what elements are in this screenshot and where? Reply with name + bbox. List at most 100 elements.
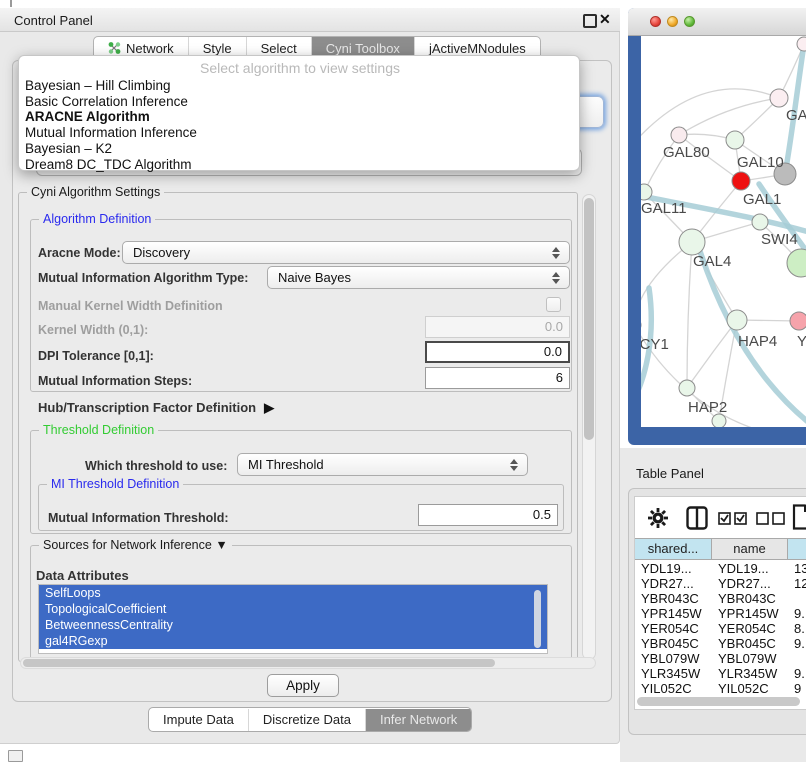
float-window-icon[interactable] (583, 14, 597, 28)
control-panel-title: Control Panel (14, 13, 93, 28)
table-cell: YER054C (712, 621, 788, 636)
bottom-tab-impute-data[interactable]: Impute Data (149, 709, 249, 731)
algorithm-option[interactable]: ARACNE Algorithm (25, 109, 575, 125)
threshold-definition-title: Threshold Definition (39, 423, 158, 437)
table-toolbar (634, 498, 806, 536)
table-cell: 8. (788, 621, 806, 636)
table-row[interactable]: YBR045CYBR045C9. (635, 636, 806, 651)
algorithm-option[interactable]: Mutual Information Inference (25, 125, 575, 141)
window-edge-notch (10, 0, 12, 7)
hub-section-toggle[interactable]: Hub/Transcription Factor Definition▶ (38, 400, 274, 416)
which-threshold-select[interactable]: MI Threshold (237, 453, 528, 476)
table-cell: YDR27... (712, 576, 788, 591)
apply-button[interactable]: Apply (267, 674, 339, 697)
network-node-gal11[interactable] (641, 184, 652, 200)
network-node-label: HAP4 (738, 333, 777, 350)
table-row[interactable]: YDR27...YDR27...12 (635, 576, 806, 591)
settings-scrollbar-thumb[interactable] (584, 198, 594, 440)
network-node-gal80[interactable] (671, 127, 687, 143)
minimize-traffic-light[interactable] (667, 16, 678, 27)
network-node-gal4[interactable] (679, 229, 705, 255)
algorithm-option[interactable]: Basic Correlation Inference (25, 94, 575, 110)
data-attribute-item[interactable]: gal4RGexp (39, 633, 547, 649)
sources-group-title[interactable]: Sources for Network Inference ▼ (39, 538, 232, 552)
table-cell: YIL052C (712, 681, 788, 696)
bottom-tab-discretize-data[interactable]: Discretize Data (249, 709, 366, 731)
table-row[interactable]: YBR043CYBR043C (635, 591, 806, 606)
aracne-mode-select[interactable]: Discovery (122, 241, 570, 264)
which-threshold-label: Which threshold to use: (85, 459, 227, 473)
network-node[interactable] (787, 249, 806, 277)
network-node-gal1[interactable] (732, 172, 750, 190)
network-node-gal10[interactable] (726, 131, 744, 149)
table-cell: YBR043C (635, 591, 712, 606)
settings-group-title: Cyni Algorithm Settings (27, 185, 164, 199)
table-cell: 9. (788, 636, 806, 651)
hub-section-label: Hub/Transcription Factor Definition (38, 400, 256, 415)
attributes-list-scrollbar[interactable] (534, 590, 541, 648)
mi-threshold-field[interactable]: 0.5 (418, 504, 558, 526)
bottom-tabbar: Impute DataDiscretize DataInfer Network (148, 707, 472, 732)
close-icon[interactable]: ✕ (599, 11, 611, 28)
manual-kernel-checkbox[interactable] (546, 297, 561, 312)
gear-icon[interactable] (648, 508, 668, 528)
table-cell: YPR145W (712, 606, 788, 621)
network-node-label: GAL4 (693, 253, 731, 270)
table-cell: YDL19... (635, 561, 712, 576)
table-row[interactable]: YDL19...YDL19...13 (635, 561, 806, 576)
collapsed-panel-icon[interactable] (8, 750, 23, 762)
zoom-traffic-light[interactable] (684, 16, 695, 27)
table-row[interactable]: YLR345WYLR345W9. (635, 666, 806, 681)
network-node-label: GAL (786, 107, 806, 124)
table-cell: 9. (788, 666, 806, 681)
table-cell: YIL052C (635, 681, 712, 696)
network-node-hap2[interactable] (679, 380, 695, 396)
kernel-width-field[interactable]: 0.0 (425, 316, 570, 338)
table-cell: YLR345W (635, 666, 712, 681)
table-cell: YDL19... (712, 561, 788, 576)
column-header-3[interactable]: A (788, 538, 806, 560)
algorithm-option[interactable]: Bayesian – Hill Climbing (25, 78, 575, 94)
close-traffic-light[interactable] (650, 16, 661, 27)
table-row[interactable]: YBL079WYBL079W (635, 651, 806, 666)
deselect-checkboxes-icon[interactable] (756, 512, 786, 525)
network-node-swi4[interactable] (752, 214, 768, 230)
table-cell: YER054C (635, 621, 712, 636)
table-cell (788, 651, 806, 666)
table-hscrollbar-thumb[interactable] (637, 697, 800, 706)
column-header-2[interactable]: name (712, 538, 788, 560)
split-columns-icon[interactable] (686, 506, 708, 530)
control-panel-titlebar[interactable] (0, 8, 620, 32)
column-header-1[interactable]: shared... (635, 538, 712, 560)
settings-hscrollbar-thumb[interactable] (23, 659, 495, 667)
network-canvas[interactable]: GALGAL80GAL10GAL1GAL11GAL4SWI4HAP4YGCY1H… (641, 36, 806, 427)
data-attribute-item[interactable]: SelfLoops (39, 585, 547, 601)
network-node[interactable] (797, 37, 806, 51)
algorithm-option[interactable]: Dream8 DC_TDC Algorithm (25, 157, 575, 173)
file-icon[interactable] (792, 504, 806, 530)
bottom-tab-infer-network[interactable]: Infer Network (366, 709, 471, 731)
mi-steps-field[interactable]: 6 (425, 367, 570, 389)
data-attributes-label: Data Attributes (36, 568, 129, 583)
network-node-label: Y (797, 333, 806, 350)
select-all-checkboxes-icon[interactable] (718, 512, 748, 525)
data-attribute-item[interactable]: BetweennessCentrality (39, 617, 547, 633)
algorithm-option[interactable]: Bayesian – K2 (25, 141, 575, 157)
algorithm-definition-title: Algorithm Definition (39, 212, 155, 226)
network-node-hap4[interactable] (727, 310, 747, 330)
data-attributes-list[interactable]: SelfLoopsTopologicalCoefficientBetweenne… (38, 584, 548, 654)
mi-type-select[interactable]: Naive Bayes (267, 266, 570, 289)
table-row[interactable]: YIL052CYIL052C9 (635, 681, 806, 696)
network-node-y[interactable] (790, 312, 806, 330)
data-attribute-item[interactable]: TopologicalCoefficient (39, 601, 547, 617)
table-row[interactable]: YPR145WYPR145W9. (635, 606, 806, 621)
dpi-tolerance-field[interactable]: 0.0 (425, 341, 570, 363)
network-edge (679, 98, 779, 135)
network-edge (687, 242, 692, 388)
table-cell: YPR145W (635, 606, 712, 621)
network-node-label: GAL11 (641, 200, 687, 217)
table-row[interactable]: YER054CYER054C8. (635, 621, 806, 636)
network-node-gal[interactable] (770, 89, 788, 107)
network-node-label: HAP2 (688, 399, 727, 416)
network-graph: GALGAL80GAL10GAL1GAL11GAL4SWI4HAP4YGCY1H… (641, 36, 806, 427)
